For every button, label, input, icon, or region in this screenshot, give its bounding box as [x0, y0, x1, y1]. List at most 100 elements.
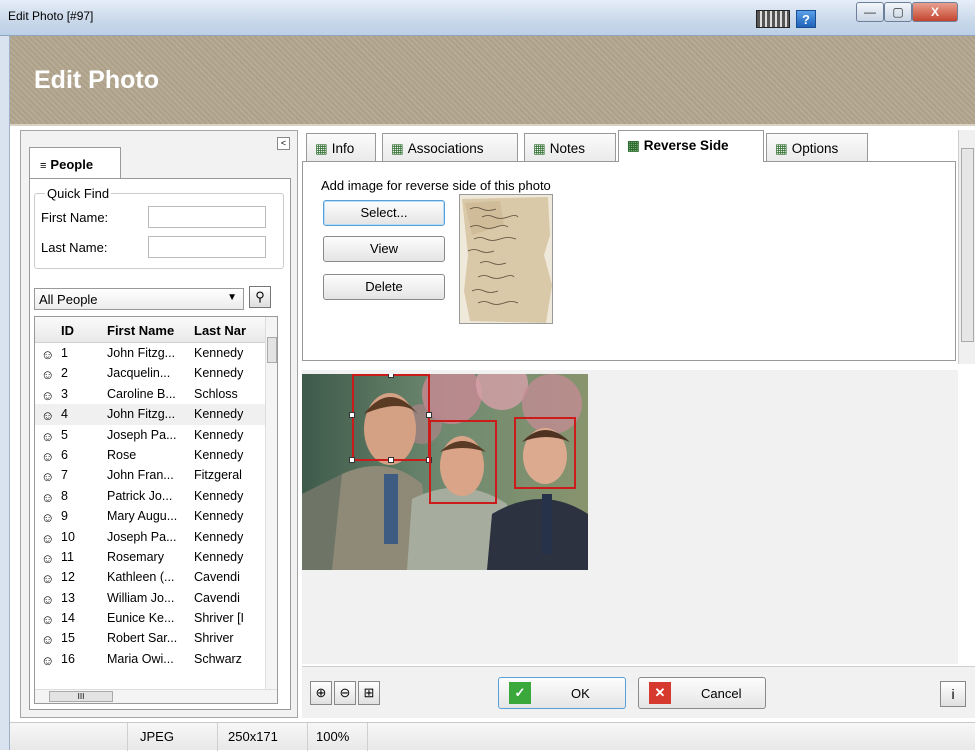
table-row[interactable]: ☺ 5 Joseph Pa... Kennedy: [35, 425, 267, 445]
minimize-button[interactable]: —: [856, 2, 884, 22]
keyboard-icon[interactable]: [756, 10, 790, 28]
close-button[interactable]: X: [912, 2, 958, 22]
person-icon: ☺: [41, 530, 55, 546]
face-box-1[interactable]: [352, 374, 430, 461]
notes-tab-icon: ▦: [533, 141, 546, 156]
associations-tab-icon: ▦: [391, 141, 404, 156]
column-id[interactable]: ID: [61, 323, 74, 338]
info-icon: i: [951, 686, 955, 702]
resize-handle[interactable]: [388, 374, 394, 378]
cell-first-name: Rose: [107, 447, 137, 462]
tab-people-label: People: [50, 157, 94, 172]
column-first-name[interactable]: First Name: [107, 323, 174, 338]
cell-first-name: Kathleen (...: [107, 570, 175, 585]
cell-last-name: Kennedy: [194, 366, 244, 381]
cell-first-name: John Fitzg...: [107, 346, 176, 360]
fit-to-window-button[interactable]: ⊞: [358, 681, 380, 705]
cell-first-name: Joseph Pa...: [107, 427, 177, 442]
tab-people[interactable]: ≡ People: [29, 147, 121, 179]
title-bar: Edit Photo [#97] ? — ▢ X: [0, 0, 975, 36]
cell-first-name: Joseph Pa...: [107, 529, 177, 544]
table-row[interactable]: ☺ 15 Robert Sar... Shriver: [35, 628, 267, 648]
cell-id: 11: [61, 549, 74, 564]
first-name-input[interactable]: [148, 206, 266, 228]
table-row[interactable]: ☺ 6 Rose Kennedy: [35, 445, 267, 465]
window-title: Edit Photo [#97]: [8, 9, 94, 23]
cell-last-name: Kennedy: [194, 427, 244, 442]
photo-image[interactable]: [302, 374, 588, 570]
cell-first-name: William Jo...: [107, 590, 175, 605]
table-row[interactable]: ☺ 4 John Fitzg... Kennedy: [35, 404, 267, 425]
person-icon: ☺: [41, 632, 55, 648]
delete-button[interactable]: Delete: [323, 274, 445, 300]
tab-panel-scroll-thumb[interactable]: [961, 148, 974, 342]
tab-reverse-side[interactable]: ▦ Reverse Side: [618, 130, 764, 162]
cell-last-name: Kennedy: [194, 509, 244, 524]
cell-first-name: John Fitzg...: [107, 407, 176, 422]
check-icon: ✓: [509, 682, 531, 704]
select-button[interactable]: Select...: [323, 200, 445, 226]
help-button[interactable]: ?: [796, 10, 816, 28]
person-icon: ☺: [41, 448, 55, 464]
reverse-side-thumbnail[interactable]: [459, 194, 553, 324]
grid-horizontal-scroll-thumb[interactable]: III: [49, 691, 113, 702]
collapse-panel-button[interactable]: <: [277, 137, 290, 150]
ok-button[interactable]: ✓ OK: [498, 677, 626, 709]
cell-id: 7: [61, 468, 68, 483]
view-button[interactable]: View: [323, 236, 445, 262]
column-last-name[interactable]: Last Nar: [194, 323, 246, 338]
people-grid: ID First Name Last Nar ☺ 1 John Fitzg... Ke…: [34, 316, 278, 704]
resize-handle[interactable]: [349, 412, 355, 418]
person-icon: ☺: [41, 408, 55, 424]
tab-panel-scrollbar[interactable]: [958, 130, 975, 364]
tab-associations-label: Associations: [407, 141, 484, 156]
table-row[interactable]: ☺ 7 John Fran... Fitzgeral: [35, 465, 267, 485]
face-box-3[interactable]: [514, 417, 576, 489]
table-row[interactable]: ☺ 12 Kathleen (... Cavendi: [35, 567, 267, 587]
tab-info[interactable]: ▦ Info: [306, 133, 376, 161]
tab-associations[interactable]: ▦ Associations: [382, 133, 518, 161]
info-button[interactable]: i: [940, 681, 966, 707]
resize-handle[interactable]: [426, 412, 432, 418]
resize-handle[interactable]: [349, 457, 355, 463]
grid-vertical-scroll-thumb[interactable]: [267, 337, 277, 363]
last-name-input[interactable]: [148, 236, 266, 258]
cell-first-name: Mary Augu...: [107, 509, 178, 524]
quick-find-group: Quick Find First Name: Last Name:: [34, 186, 284, 269]
person-icon: ☺: [41, 571, 55, 587]
cell-first-name: John Fran...: [107, 468, 174, 483]
tab-notes[interactable]: ▦ Notes: [524, 133, 616, 161]
tab-info-label: Info: [331, 141, 355, 156]
tab-options[interactable]: ▦ Options: [766, 133, 868, 161]
cancel-button[interactable]: ✕ Cancel: [638, 677, 766, 709]
grid-rows: ☺ 1 John Fitzg... Kennedy ☺ 2 Jacquelin... Kenn…: [35, 343, 267, 669]
status-dimensions: 250x171: [218, 723, 308, 751]
grid-horizontal-scrollbar[interactable]: III: [35, 689, 277, 703]
table-row[interactable]: ☺ 16 Maria Owi... Schwarz: [35, 649, 267, 669]
cell-last-name: Shriver [I: [194, 611, 245, 626]
grid-vertical-scrollbar[interactable]: [265, 317, 277, 689]
table-row[interactable]: ☺ 14 Eunice Ke... Shriver [I: [35, 608, 267, 628]
zoom-out-button[interactable]: ⊖: [334, 681, 356, 705]
table-row[interactable]: ☺ 2 Jacquelin... Kennedy: [35, 363, 267, 383]
table-row[interactable]: ☺ 8 Patrick Jo... Kennedy: [35, 486, 267, 506]
table-row[interactable]: ☺ 13 William Jo... Cavendi: [35, 588, 267, 608]
cell-first-name: Patrick Jo...: [107, 488, 173, 503]
table-row[interactable]: ☺ 1 John Fitzg... Kennedy: [35, 343, 267, 363]
zoom-in-button[interactable]: ⊕: [310, 681, 332, 705]
reverse-side-tab-icon: ▦: [627, 138, 640, 153]
resize-handle[interactable]: [388, 457, 394, 463]
table-row[interactable]: ☺ 11 Rosemary Kennedy: [35, 547, 267, 567]
table-row[interactable]: ☺ 9 Mary Augu... Kennedy: [35, 506, 267, 526]
cell-last-name: Fitzgeral: [194, 468, 242, 483]
cell-id: 12: [61, 570, 75, 585]
search-button[interactable]: ⚲: [249, 286, 271, 308]
people-filter-select[interactable]: All People ▼: [34, 288, 244, 310]
face-box-2[interactable]: [429, 420, 497, 504]
table-row[interactable]: ☺ 3 Caroline B... Schloss: [35, 384, 267, 404]
maximize-button[interactable]: ▢: [884, 2, 912, 22]
header-banner: Edit Photo: [10, 36, 975, 126]
cell-id: 4: [61, 407, 68, 422]
cell-id: 10: [61, 529, 75, 544]
table-row[interactable]: ☺ 10 Joseph Pa... Kennedy: [35, 527, 267, 547]
